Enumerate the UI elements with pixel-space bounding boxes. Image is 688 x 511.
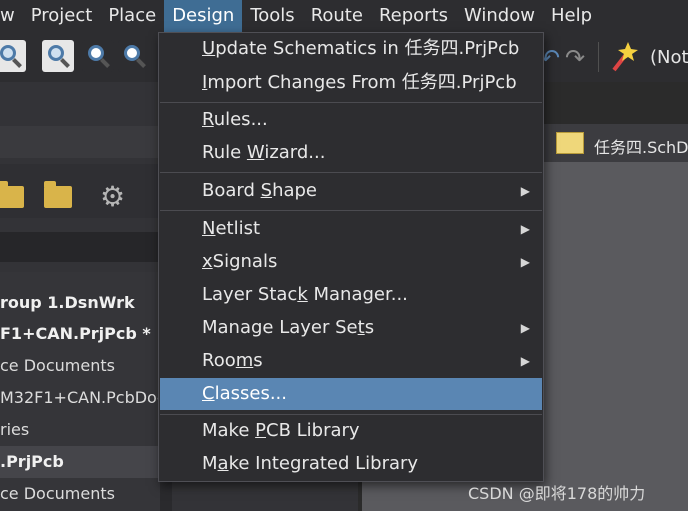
redo-icon[interactable]: ↷ [565,44,585,72]
menu-item-board-shape[interactable]: Board Shape ▶ [160,175,542,207]
menu-item-label: Rule Wizard... [202,142,326,163]
menu-item-make-integrated-library[interactable]: Make Integrated Library [160,448,542,480]
menu-item-label: Classes... [202,383,287,404]
menu-item-label: Rooms [202,350,263,371]
menu-item-label: Import Changes From 任务四.PrjPcb [202,72,517,93]
menu-item-label: Update Schematics in 任务四.PrjPcb [202,38,520,59]
menu-item-rule-wizard[interactable]: Rule Wizard... [160,137,542,169]
tree-item-project[interactable]: F1+CAN.PrjPcb * [0,318,160,350]
menu-design[interactable]: Design [164,0,243,32]
menu-tools[interactable]: Tools [242,0,302,32]
menu-reports[interactable]: Reports [371,0,456,32]
menu-access-key: t [357,317,365,338]
menu-help[interactable]: Help [543,0,600,32]
document-tab[interactable]: 任务四.SchDo [594,134,688,158]
menu-access-key: k [297,284,308,305]
menu-access-key: I [202,72,208,93]
menu-item-label: Layer Stack Manager... [202,284,408,305]
menu-item-netlist[interactable]: Netlist ▶ [160,213,542,245]
menu-item-label: Board Shape [202,180,318,201]
zoom-in-icon[interactable] [82,40,114,72]
menu-window[interactable]: Window [456,0,543,32]
menu-separator [160,102,542,103]
menu-item-label: xSignals [202,251,278,272]
menu-access-key: S [260,180,273,201]
menu-item-label: Rules... [202,109,268,130]
gear-icon[interactable]: ⚙ [100,183,125,211]
menu-access-key: a [217,453,229,474]
zoom-selected-icon[interactable] [118,40,150,72]
zoom-fit-icon[interactable] [0,40,26,72]
tree-item-selected-project[interactable]: .PrjPcb [0,446,160,478]
tree-item-source-documents[interactable]: ce Documents [0,350,160,382]
menu-access-key: R [202,109,214,130]
menu-item-update-schematics[interactable]: Update Schematics in 任务四.PrjPcb [160,33,542,65]
menu-item-label: Netlist [202,218,261,239]
tree-item-source-documents-2[interactable]: ce Documents [0,478,160,510]
menu-access-key: W [246,142,265,163]
project-folder-icon[interactable] [44,181,72,208]
open-folder-icon[interactable] [0,181,24,208]
menu-bar: w Project Place Design Tools Route Repor… [0,0,688,32]
menu-item-make-pcb-library[interactable]: Make PCB Library [160,415,542,447]
menu-project[interactable]: Project [23,0,101,32]
menu-item-label: Make Integrated Library [202,453,419,474]
menu-item-layer-stack-manager[interactable]: Layer Stack Manager... [160,279,542,311]
menu-item-import-changes[interactable]: Import Changes From 任务四.PrjPcb [160,67,542,99]
menu-item-classes[interactable]: Classes... [160,378,542,410]
menu-access-key: P [255,420,266,441]
submenu-arrow-icon: ▶ [520,222,530,236]
submenu-arrow-icon: ▶ [520,321,530,335]
design-menu-dropdown: Update Schematics in 任务四.PrjPcb Import C… [158,32,544,482]
tree-item-workspace[interactable]: roup 1.DsnWrk [0,287,160,319]
menu-item-manage-layer-sets[interactable]: Manage Layer Sets ▶ [160,312,542,344]
menu-route[interactable]: Route [303,0,371,32]
panel-search-strip [0,232,160,262]
toolbar-separator [598,42,599,72]
panel-toolbar [0,164,160,218]
schematic-doc-icon [556,132,584,154]
menu-access-key: U [202,38,216,59]
menu-window-partial[interactable]: w [0,0,23,32]
menu-item-xsignals[interactable]: xSignals ▶ [160,246,542,278]
menu-item-label: Make PCB Library [202,420,360,441]
menu-item-rules[interactable]: Rules... [160,104,542,136]
toolbar-truncated-label: (Not [650,47,688,68]
menu-separator [160,210,542,211]
menu-access-key: N [202,218,216,239]
menu-separator [160,172,542,173]
tree-item-libraries[interactable]: ries [0,414,160,446]
menu-item-rooms[interactable]: Rooms ▶ [160,345,542,377]
panel-header [0,126,160,158]
submenu-arrow-icon: ▶ [520,255,530,269]
submenu-arrow-icon: ▶ [520,354,530,368]
menu-access-key: x [202,251,213,272]
watermark: CSDN @即将178的帅力 [468,484,646,503]
submenu-arrow-icon: ▶ [520,184,530,198]
menu-place[interactable]: Place [100,0,164,32]
magic-wand-icon[interactable] [608,40,638,74]
menu-access-key: m [235,350,254,371]
zoom-document-icon[interactable] [42,40,74,72]
menu-item-label: Manage Layer Sets [202,317,375,338]
menu-access-key: C [202,383,215,404]
tree-item-pcbdoc[interactable]: M32F1+CAN.PcbDoc [0,382,160,414]
